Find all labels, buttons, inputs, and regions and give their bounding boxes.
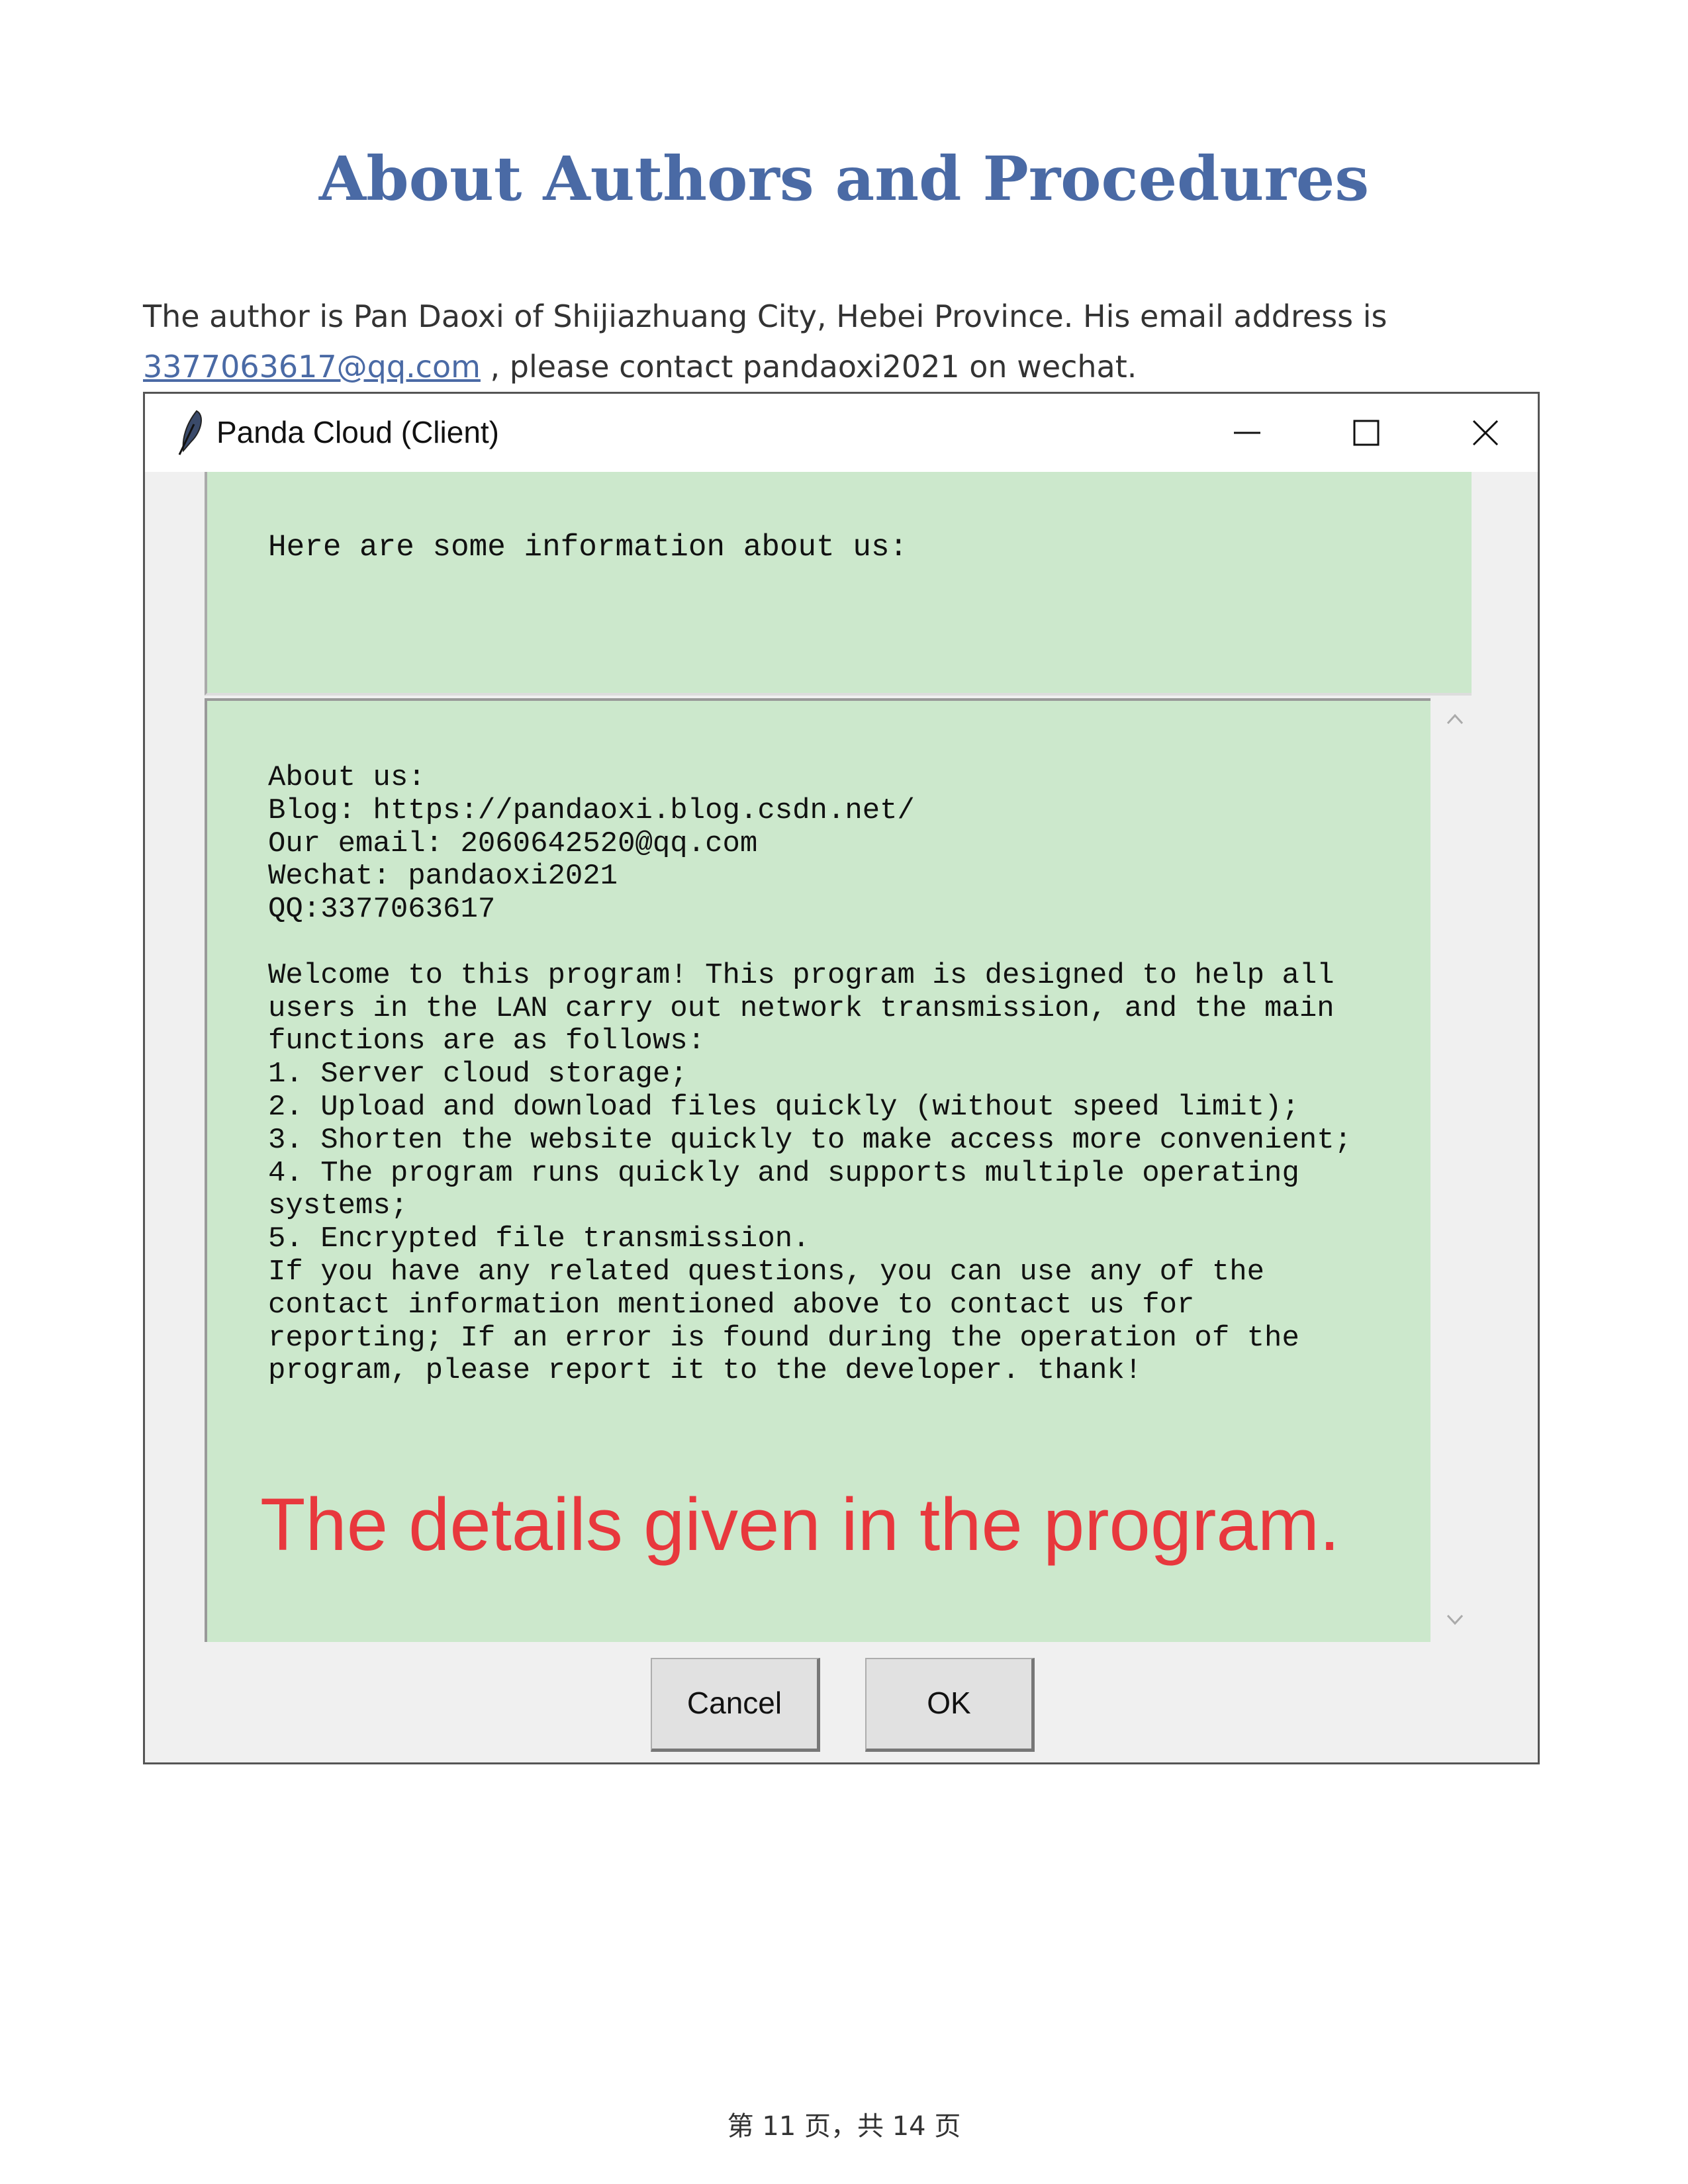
feather-icon [178,410,202,455]
title-bar[interactable]: Panda Cloud (Client) [145,394,1538,472]
info-text-area[interactable]: About us: Blog: https://pandaoxi.blog.cs… [205,698,1430,1642]
minimize-icon[interactable] [1217,407,1277,459]
page-title: About Authors and Procedures [318,143,1370,214]
chevron-down-icon[interactable] [1445,1612,1465,1627]
header-panel: Here are some information about us: [205,472,1472,696]
close-icon[interactable] [1456,407,1515,459]
header-text: Here are some information about us: [268,530,908,565]
page-footer: 第 11 页，共 14 页 [727,2111,961,2142]
dialog-window: Panda Cloud (Client) Here are some infor… [143,392,1540,1764]
annotation-text: The details given in the program. [260,1483,1340,1566]
vertical-scrollbar[interactable] [1433,698,1477,1642]
intro-paragraph: The author is Pan Daoxi of Shijiazhuang … [143,291,1553,392]
ok-button[interactable]: OK [865,1658,1035,1752]
email-link[interactable]: 3377063617@qq.com [143,349,481,385]
intro-text: The author is Pan Daoxi of Shijiazhuang … [143,298,1387,334]
maximize-icon[interactable] [1336,407,1396,459]
info-text: About us: Blog: https://pandaoxi.blog.cs… [268,761,1352,1388]
chevron-up-icon[interactable] [1445,711,1465,727]
window-title: Panda Cloud (Client) [216,415,500,449]
cancel-button[interactable]: Cancel [651,1658,820,1752]
intro-suffix: , please contact pandaoxi2021 on wechat. [480,349,1137,385]
